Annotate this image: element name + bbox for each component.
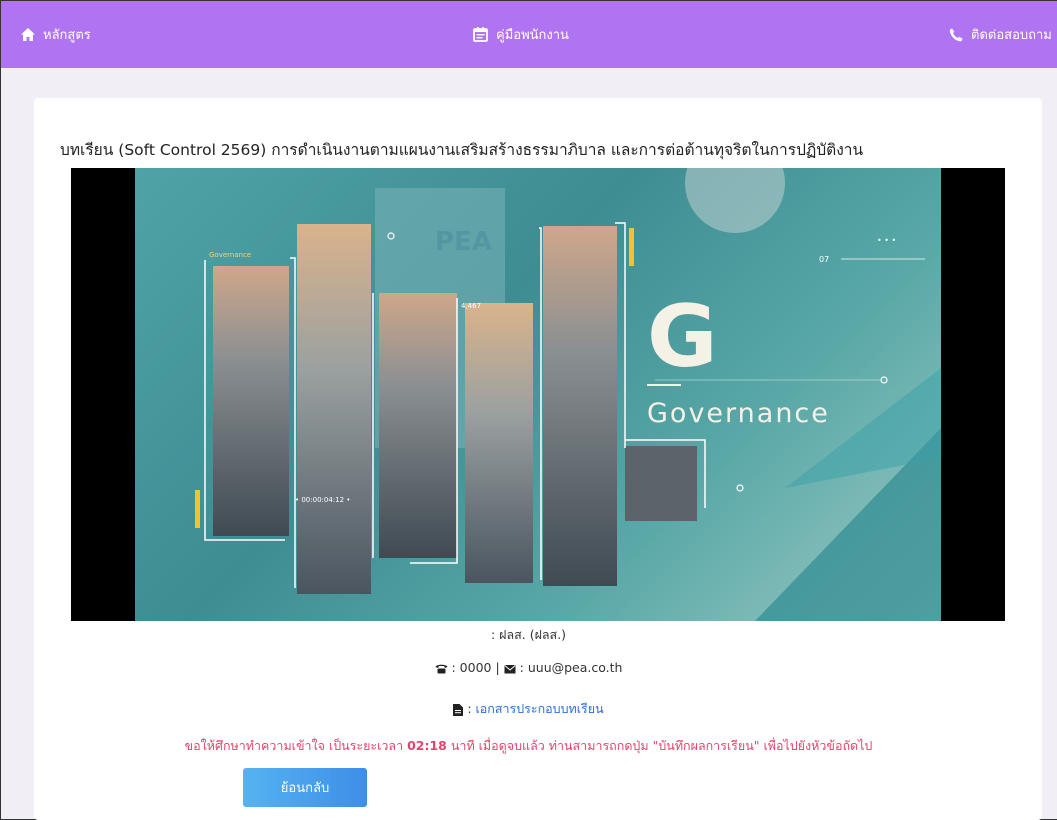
contact-info: : 0000 | : uuu@pea.co.th — [0, 660, 1057, 675]
document-info: : เอกสารประกอบบทเรียน — [0, 699, 1057, 719]
phone-icon — [949, 28, 963, 41]
overlay-timer: • 00:00:04:12 • — [295, 496, 350, 504]
video-frame: G Governance Governance 07 • • • • 00:00… — [135, 168, 941, 621]
nav-manual[interactable]: คู่มือพนักงาน — [473, 1, 569, 68]
video-still-image: G Governance Governance 07 • • • • 00:00… — [195, 168, 941, 621]
file-icon — [453, 703, 464, 716]
contact-separator: | — [495, 660, 500, 675]
overlay-building-sign: PEA — [435, 227, 492, 257]
telephone-icon — [435, 664, 448, 674]
email-text: : uuu@pea.co.th — [519, 660, 623, 675]
overlay-big-letter: G — [647, 287, 718, 387]
overlay-num: 07 — [819, 255, 829, 264]
owner-info: : ฝลส. (ฝลส.) — [490, 627, 567, 642]
nav-home-label: หลักสูตร — [43, 28, 91, 43]
study-notice: ขอให้ศึกษาทำความเข้าใจ เป็นระยะเวลา 02:1… — [0, 736, 1057, 756]
nav-home[interactable]: หลักสูตร — [21, 1, 91, 68]
video-player[interactable]: G Governance Governance 07 • • • • 00:00… — [71, 168, 1005, 621]
notice-part1: ขอให้ศึกษาทำความเข้าใจ เป็นระยะเวลา — [184, 738, 404, 753]
top-navbar: หลักสูตร คู่มือพนักงาน ติดต่อสอบถาม — [1, 1, 1057, 68]
lesson-document-link[interactable]: เอกสารประกอบบทเรียน — [476, 701, 604, 716]
back-button[interactable]: ย้อนกลับ — [243, 768, 367, 807]
home-icon — [21, 28, 35, 41]
phone-text: : 0000 — [451, 660, 492, 675]
overlay-word: Governance — [647, 398, 830, 429]
lesson-title: บทเรียน (Soft Control 2569) การดำเนินงาน… — [60, 141, 864, 159]
notice-duration: 02:18 — [407, 738, 447, 753]
envelope-icon — [504, 664, 516, 673]
overlay-value: 4,467 — [461, 302, 481, 310]
nav-manual-label: คู่มือพนักงาน — [496, 28, 569, 43]
doc-prefix: : — [467, 701, 472, 716]
notice-part2: นาที เมื่อดูจบแล้ว ท่านสามารถกดปุ่ม "บัน… — [450, 738, 873, 753]
nav-contact[interactable]: ติดต่อสอบถาม — [949, 1, 1052, 68]
overlay-small-tag: Governance — [209, 251, 251, 259]
nav-contact-label: ติดต่อสอบถาม — [971, 28, 1052, 43]
calendar-icon — [473, 27, 488, 42]
svg-text:• • •: • • • — [877, 236, 896, 245]
